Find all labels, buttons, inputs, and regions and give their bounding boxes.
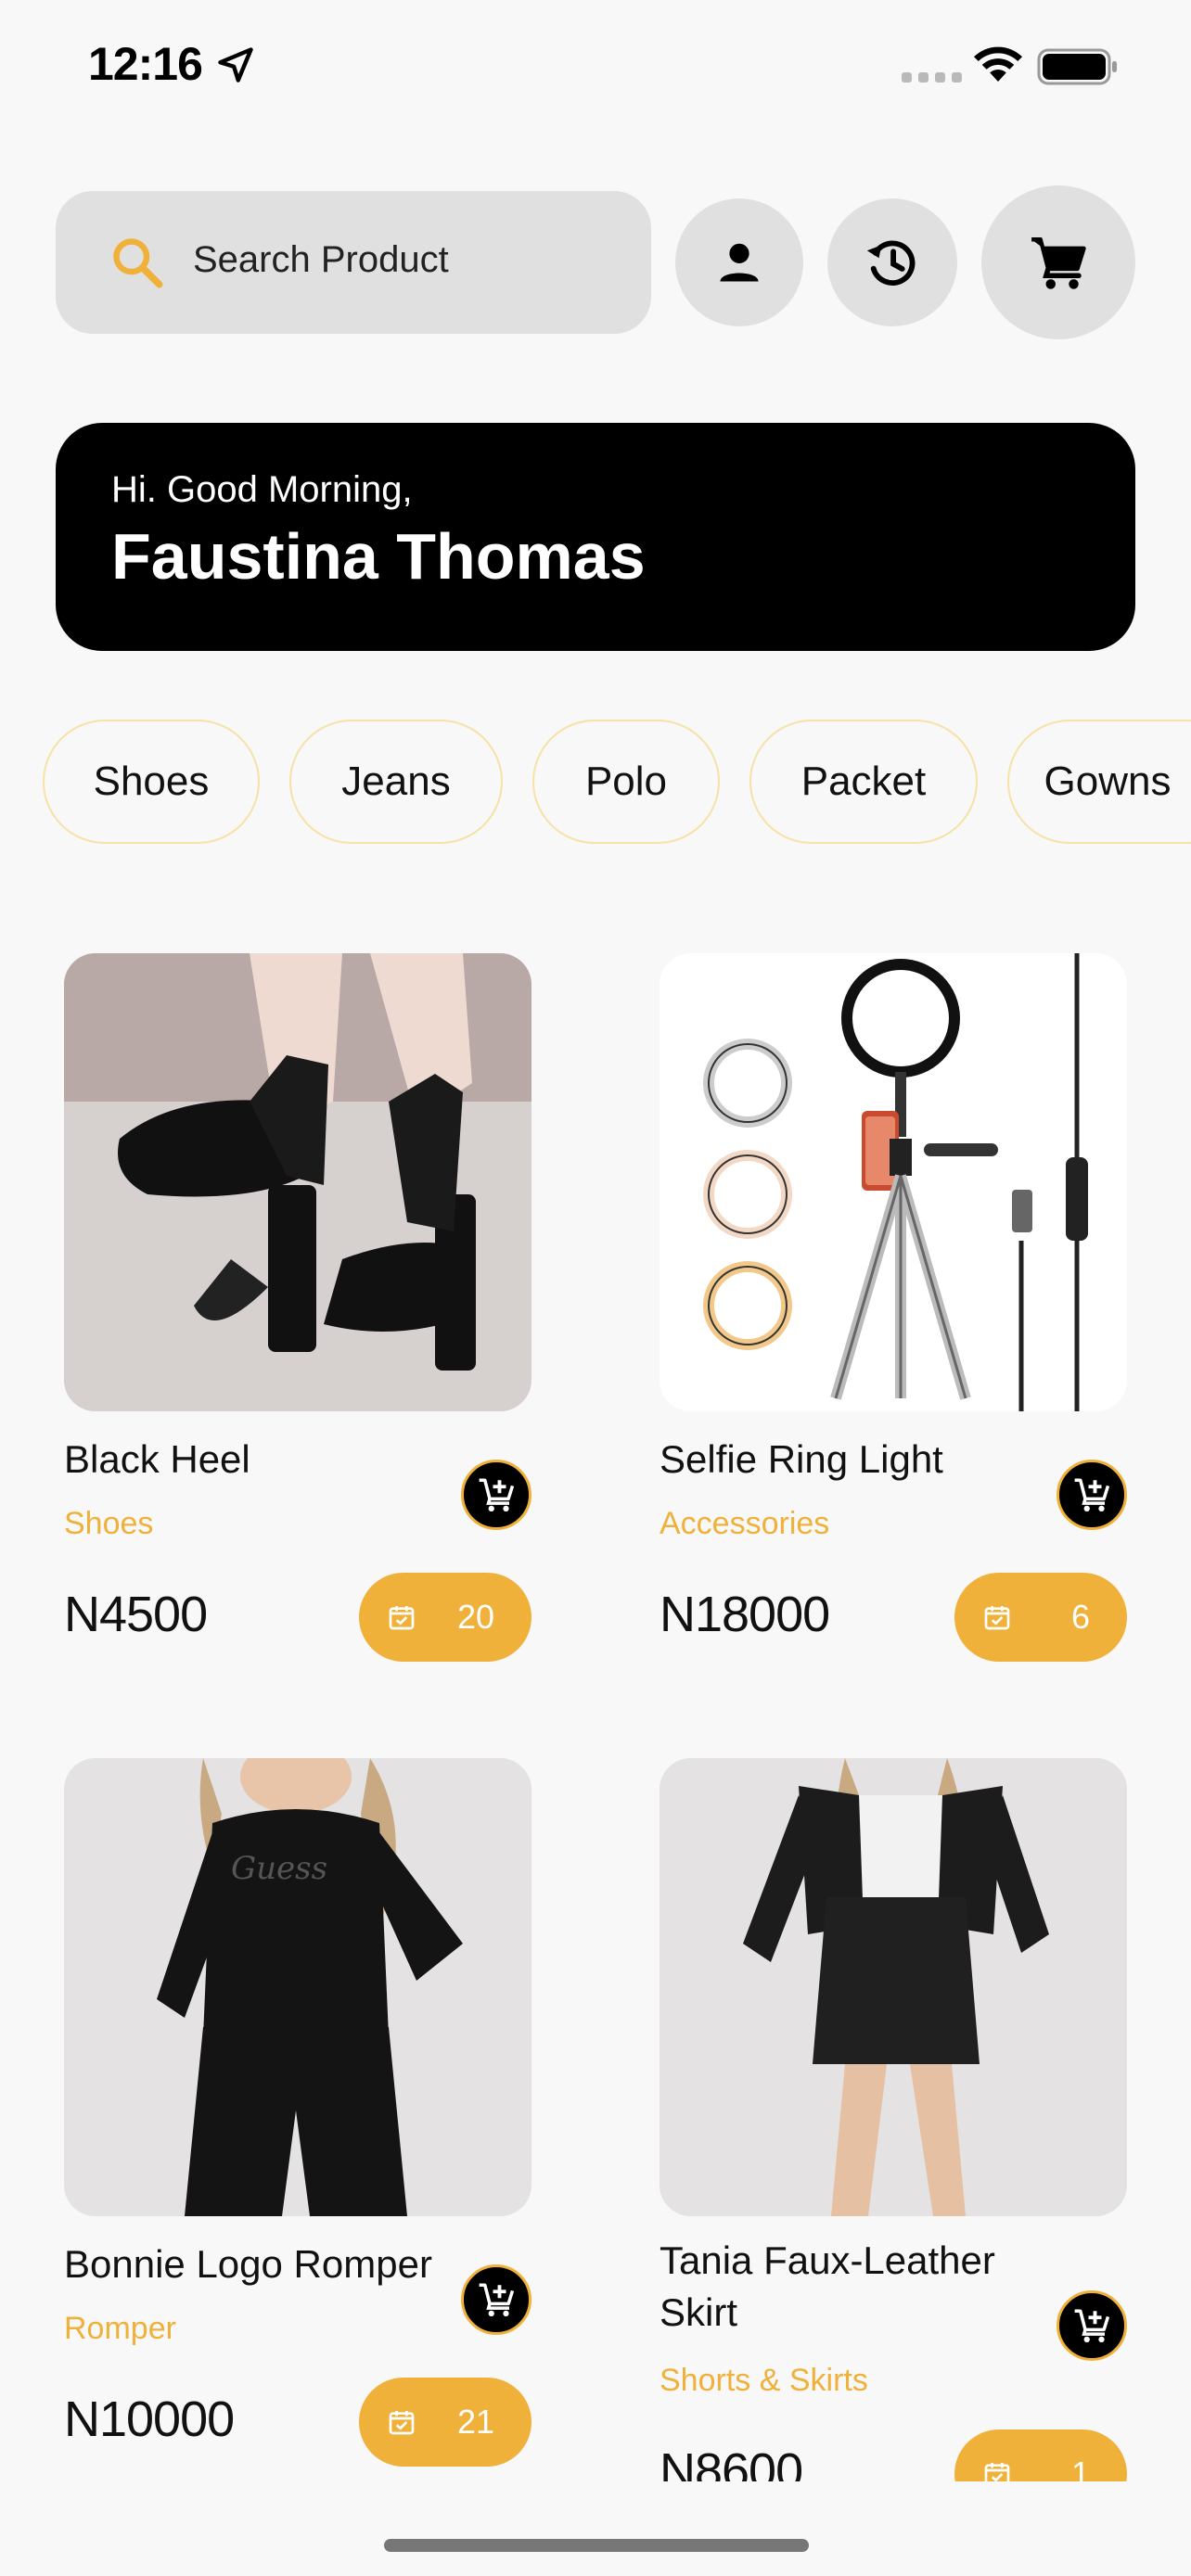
- category-chip[interactable]: Jeans: [289, 720, 503, 844]
- cart-icon: [1031, 237, 1086, 289]
- add-to-cart-button[interactable]: [1057, 1460, 1127, 1530]
- status-time: 12:16: [88, 38, 203, 90]
- product-image: [660, 953, 1127, 1411]
- calendar-check-icon: [389, 2411, 415, 2435]
- product-image: [64, 953, 531, 1411]
- product-category: Shoes: [64, 1506, 154, 1541]
- add-to-cart-button[interactable]: [461, 2264, 531, 2335]
- stock-badge: 21: [359, 2378, 531, 2467]
- wifi-icon: [974, 46, 1022, 82]
- battery-icon: [1037, 48, 1117, 85]
- search-placeholder: Search Product: [193, 239, 449, 280]
- category-chips: Shoes Jeans Polo Packet Gowns: [0, 720, 1191, 848]
- search-icon: [113, 238, 163, 288]
- add-to-cart-button[interactable]: [1057, 2290, 1127, 2361]
- product-image: [660, 1758, 1127, 2216]
- category-chip[interactable]: Packet: [749, 720, 978, 844]
- stock-count: 6: [1070, 1598, 1090, 1636]
- product-card[interactable]: Black Heel Shoes N4500 20: [64, 953, 531, 1667]
- bottom-safe-area: [0, 2481, 1191, 2576]
- home-indicator[interactable]: [384, 2539, 809, 2552]
- location-arrow-icon: [218, 47, 253, 83]
- status-bar: 12:16: [0, 0, 1191, 130]
- product-price: N18000: [660, 1587, 830, 1642]
- calendar-check-icon: [984, 1606, 1010, 1630]
- product-category: Shorts & Skirts: [660, 2363, 868, 2398]
- product-name: Selfie Ring Light: [660, 1437, 943, 1481]
- user-icon: [720, 243, 759, 282]
- svg-text:Guess: Guess: [231, 1850, 327, 1887]
- category-chip[interactable]: Polo: [532, 720, 720, 844]
- product-card[interactable]: Selfie Ring Light Accessories N18000 6: [660, 953, 1127, 1667]
- product-name: Bonnie Logo Romper: [64, 2242, 432, 2286]
- add-to-cart-icon: [479, 1478, 515, 1512]
- product-card[interactable]: Guess Bonnie Logo Romper Romper N10000 2…: [64, 1758, 531, 2472]
- product-price: N10000: [64, 2391, 235, 2447]
- calendar-check-icon: [389, 1606, 415, 1630]
- history-button[interactable]: [827, 198, 957, 326]
- product-category: Romper: [64, 2311, 176, 2346]
- greeting-name: Faustina Thomas: [111, 520, 646, 593]
- stock-badge: 6: [954, 1573, 1127, 1662]
- stock-count: 20: [456, 1598, 494, 1636]
- add-to-cart-icon: [479, 2283, 515, 2317]
- signal-icon: [902, 72, 962, 83]
- stock-badge: 20: [359, 1573, 531, 1662]
- product-name: Tania Faux-Leather Skirt: [660, 2238, 995, 2334]
- product-price: N4500: [64, 1587, 208, 1642]
- greeting-banner: Hi. Good Morning, Faustina Thomas: [56, 423, 1135, 651]
- stock-count: 21: [456, 2403, 494, 2441]
- search-input[interactable]: Search Product: [56, 191, 651, 334]
- add-to-cart-icon: [1074, 1478, 1110, 1512]
- product-image: Guess: [64, 1758, 531, 2216]
- profile-button[interactable]: [675, 198, 803, 326]
- greeting-salutation: Hi. Good Morning,: [111, 469, 413, 510]
- cart-button[interactable]: [981, 185, 1135, 339]
- product-category: Accessories: [660, 1506, 830, 1541]
- history-icon: [866, 240, 916, 286]
- product-card[interactable]: Tania Faux-Leather Skirt Shorts & Skirts…: [660, 1758, 1127, 2519]
- add-to-cart-button[interactable]: [461, 1460, 531, 1530]
- add-to-cart-icon: [1074, 2309, 1110, 2343]
- category-chip[interactable]: Shoes: [43, 720, 260, 844]
- product-name: Black Heel: [64, 1437, 250, 1481]
- category-chip[interactable]: Gowns: [1007, 720, 1191, 844]
